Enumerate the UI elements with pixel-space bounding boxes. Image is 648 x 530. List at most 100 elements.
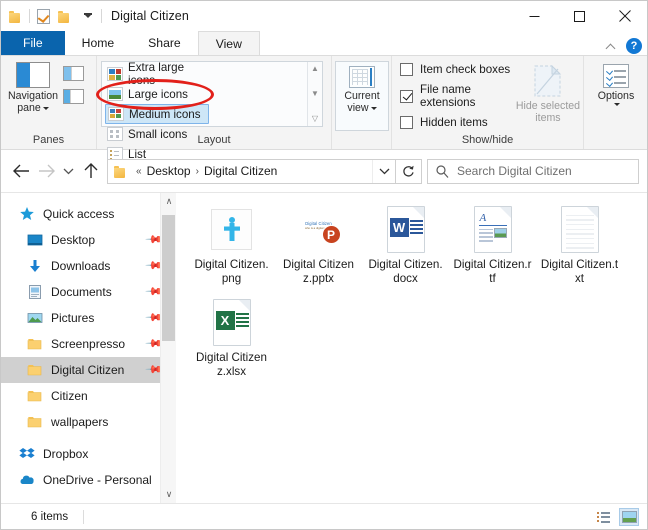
file-list-view[interactable]: Digital Citizen.png Digital Citizen who … — [176, 193, 647, 503]
checkbox-hidden-items[interactable]: Hidden items — [400, 116, 513, 129]
file-item[interactable]: Digital Citizen who is a digital citizen… — [275, 201, 362, 286]
layout-option-small-icons[interactable]: Small icons — [105, 124, 209, 144]
layout-option-label: Small icons — [128, 127, 188, 141]
file-item[interactable]: X Digital Citizenz.xlsx — [188, 294, 275, 379]
large-icons-view-button[interactable] — [619, 508, 639, 526]
sidebar-item-wallpapers[interactable]: wallpapers — [1, 409, 176, 435]
layout-option-label: Large icons — [128, 87, 188, 101]
file-explorer-window: Digital Citizen File Home Share View ? N… — [0, 0, 648, 530]
breadcrumb-overflow-icon[interactable]: « — [135, 166, 143, 177]
hide-selected-label-line1: Hide selected — [515, 100, 581, 112]
folder-icon — [27, 414, 43, 430]
search-box[interactable]: Search Digital Citizen — [427, 158, 639, 184]
scrollbar-thumb[interactable] — [162, 215, 175, 341]
search-input-placeholder[interactable]: Search Digital Citizen — [457, 164, 572, 178]
properties-icon[interactable] — [35, 8, 52, 25]
checkbox-file-name-extensions[interactable]: File name extensions — [400, 83, 513, 109]
sidebar-item-label: Citizen — [51, 389, 88, 403]
onedrive-icon — [19, 472, 35, 488]
sidebar-item-citizen[interactable]: Citizen — [1, 383, 176, 409]
breadcrumb-separator-icon[interactable]: › — [195, 166, 200, 177]
checkbox-icon[interactable] — [400, 116, 413, 129]
breadcrumb-item-desktop[interactable]: Desktop — [147, 164, 191, 178]
sidebar-item-desktop[interactable]: Desktop 📌 — [1, 227, 176, 253]
chevron-down-icon[interactable] — [614, 103, 620, 106]
current-view-button[interactable]: Current view — [335, 61, 389, 131]
scroll-down-icon[interactable]: ▼ — [311, 90, 319, 98]
ribbon-group-panes: Navigation pane Panes — [1, 56, 96, 149]
large-icons-view-icon — [621, 511, 637, 523]
sidebar-item-label: Quick access — [43, 207, 115, 221]
tab-view[interactable]: View — [197, 31, 260, 55]
up-button[interactable] — [78, 158, 103, 184]
options-button[interactable]: Options — [587, 59, 645, 106]
file-item[interactable]: Digital Citizen.png — [188, 201, 275, 286]
layout-gallery-scrollbar[interactable]: ▲ ▼ ▽ — [307, 62, 322, 126]
file-item[interactable]: Digital Citizen.txt — [536, 201, 623, 286]
address-breadcrumb-bar[interactable]: « Desktop › Digital Citizen — [107, 158, 396, 184]
sidebar-item-dropbox[interactable]: Dropbox — [1, 441, 176, 467]
scroll-down-icon[interactable]: ∨ — [161, 486, 176, 503]
close-button[interactable] — [602, 1, 647, 31]
details-pane-button[interactable] — [63, 89, 84, 104]
status-divider — [83, 510, 85, 524]
dropbox-icon — [19, 446, 35, 462]
checkbox-icon[interactable] — [400, 63, 413, 76]
tab-share[interactable]: Share — [131, 31, 198, 55]
help-icon[interactable]: ? — [626, 38, 642, 54]
panes-small-buttons — [63, 59, 84, 104]
powerpoint-icon: Digital Citizen who is a digital citizen… — [295, 205, 343, 253]
sidebar-item-pictures[interactable]: Pictures 📌 — [1, 305, 176, 331]
navigation-pane-button[interactable]: Navigation pane — [5, 59, 61, 114]
customize-qat-caret-icon[interactable] — [79, 8, 96, 25]
sidebar-item-label: OneDrive - Personal — [43, 473, 152, 487]
sidebar-item-quick-access[interactable]: Quick access — [1, 201, 176, 227]
sidebar-item-digital-citizen[interactable]: Digital Citizen 📌 — [1, 357, 176, 383]
layout-option-extra-large-icons[interactable]: Extra large icons — [105, 61, 209, 87]
file-item[interactable]: W Digital Citizen.docx — [362, 201, 449, 286]
large-icons-icon — [107, 87, 123, 101]
status-bar: 6 items — [1, 503, 647, 529]
folder-icon — [9, 10, 24, 23]
search-icon — [436, 164, 449, 178]
sidebar-item-downloads[interactable]: Downloads 📌 — [1, 253, 176, 279]
preview-pane-button[interactable] — [63, 66, 84, 81]
forward-button[interactable] — [34, 158, 59, 184]
collapse-ribbon-icon[interactable] — [606, 41, 617, 52]
new-folder-icon[interactable] — [57, 8, 74, 25]
sidebar-scrollbar[interactable]: ∧ ∨ — [160, 193, 176, 503]
file-item[interactable]: A Digital Citizen.rtf — [449, 201, 536, 286]
ribbon-tab-strip: File Home Share View ? — [1, 31, 647, 55]
back-button[interactable] — [9, 158, 34, 184]
sidebar-item-onedrive-personal[interactable]: OneDrive - Personal — [1, 467, 176, 493]
layout-option-large-icons[interactable]: Large icons — [105, 84, 209, 104]
navigation-pane-icon — [16, 62, 50, 88]
checkbox-checked-icon[interactable] — [400, 89, 413, 103]
maximize-button[interactable] — [557, 1, 602, 31]
details-view-button[interactable] — [594, 508, 614, 526]
rtf-icon: A — [469, 205, 517, 253]
star-icon — [19, 206, 35, 222]
chevron-down-icon[interactable] — [42, 106, 49, 110]
refresh-button[interactable] — [396, 158, 422, 184]
sidebar-item-documents[interactable]: Documents 📌 — [1, 279, 176, 305]
file-grid: Digital Citizen.png Digital Citizen who … — [188, 201, 647, 387]
layout-option-medium-icons[interactable]: Medium icons — [105, 104, 209, 124]
sidebar-item-screenpresso[interactable]: Screenpresso 📌 — [1, 331, 176, 357]
text-file-icon — [556, 205, 604, 253]
current-view-label-line2: view — [347, 102, 369, 114]
gallery-expand-icon[interactable]: ▽ — [312, 115, 318, 123]
minimize-button[interactable] — [512, 1, 557, 31]
address-dropdown-icon[interactable] — [372, 159, 395, 183]
scroll-up-icon[interactable]: ∧ — [161, 193, 176, 210]
chevron-down-icon[interactable] — [370, 106, 377, 110]
recent-locations-button[interactable] — [59, 158, 78, 184]
tab-file[interactable]: File — [1, 31, 65, 55]
breadcrumb-item-digital-citizen[interactable]: Digital Citizen — [204, 164, 277, 178]
window-controls — [512, 1, 647, 31]
navigation-pane-label-line1: Navigation — [7, 90, 59, 102]
scroll-up-icon[interactable]: ▲ — [311, 65, 319, 73]
checkbox-item-check-boxes[interactable]: Item check boxes — [400, 63, 513, 76]
hide-selected-items-button[interactable]: Hide selected items — [513, 63, 583, 124]
tab-home[interactable]: Home — [65, 31, 132, 55]
